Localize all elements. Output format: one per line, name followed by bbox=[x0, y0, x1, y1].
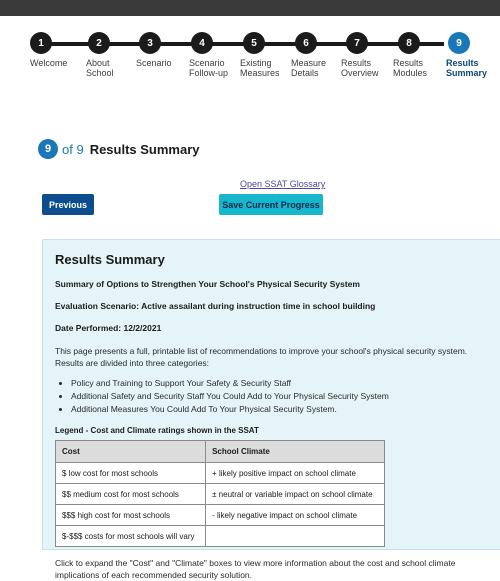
header-school-climate: School Climate bbox=[205, 440, 385, 463]
step-9-circle[interactable]: 9 bbox=[448, 32, 470, 54]
step-3-label[interactable]: Scenario bbox=[136, 58, 182, 68]
summary-subtitle: Summary of Options to Strengthen Your Sc… bbox=[55, 279, 360, 289]
page-title: Results Summary bbox=[89, 141, 200, 157]
expand-instructions: Click to expand the "Cost" and "Climate"… bbox=[55, 558, 456, 580]
step-5-label[interactable]: Existing Measures bbox=[240, 58, 286, 78]
step-7-label[interactable]: Results Overview bbox=[341, 58, 387, 78]
date-performed: Date Performed: 12/2/2021 bbox=[55, 323, 162, 333]
table-row: $-$$$ costs for most schools will vary bbox=[54, 525, 385, 547]
glossary-link[interactable]: Open SSAT Glossary bbox=[240, 179, 325, 189]
summary-heading: Results Summary bbox=[55, 252, 165, 267]
cost-cell: $ low cost for most schools bbox=[54, 462, 207, 484]
save-progress-button[interactable]: Save Current Progress bbox=[219, 194, 323, 215]
step-7-circle[interactable]: 7 bbox=[346, 32, 368, 54]
list-item: Policy and Training to Support Your Safe… bbox=[71, 377, 495, 390]
header-cost: Cost bbox=[54, 440, 207, 463]
step-2-number: 2 bbox=[96, 37, 102, 49]
counter-badge: 9 bbox=[38, 139, 58, 159]
step-1-number: 1 bbox=[38, 37, 44, 49]
step-4-circle[interactable]: 4 bbox=[191, 32, 213, 54]
step-1-circle[interactable]: 1 bbox=[30, 32, 52, 54]
step-2-label[interactable]: About School bbox=[86, 58, 132, 78]
table-header-row: Cost School Climate bbox=[54, 440, 385, 463]
legend-title: Legend - Cost and Climate ratings shown … bbox=[55, 426, 259, 435]
climate-cell bbox=[205, 525, 385, 547]
evaluation-scenario: Evaluation Scenario: Active assailant du… bbox=[55, 301, 376, 311]
cost-cell: $-$$$ costs for most schools will vary bbox=[54, 525, 207, 547]
step-1-label[interactable]: Welcome bbox=[30, 58, 76, 68]
step-8-circle[interactable]: 8 bbox=[398, 32, 420, 54]
step-5-number: 5 bbox=[251, 37, 257, 49]
step-4-number: 4 bbox=[199, 37, 205, 49]
list-item: Additional Safety and Security Staff You… bbox=[71, 390, 495, 403]
counter-of-total: of 9 bbox=[62, 141, 84, 157]
results-summary-panel: Results Summary Summary of Options to St… bbox=[42, 239, 500, 580]
step-3-circle[interactable]: 3 bbox=[139, 32, 161, 54]
step-4-label[interactable]: Scenario Follow-up bbox=[189, 58, 229, 78]
step-8-label[interactable]: Results Modules bbox=[393, 58, 433, 78]
step-9-number: 9 bbox=[456, 37, 462, 49]
step-6-number: 6 bbox=[303, 37, 309, 49]
step-3-number: 3 bbox=[147, 37, 153, 49]
list-item: Additional Measures You Could Add To You… bbox=[71, 403, 495, 416]
climate-cell: + likely positive impact on school clima… bbox=[205, 462, 385, 484]
progress-stepper: 1 Welcome 2 About School 3 Scenario 4 Sc… bbox=[8, 16, 500, 116]
cost-cell: $$$ high cost for most schools bbox=[54, 504, 207, 526]
cost-cell: $$ medium cost for most schools bbox=[54, 483, 207, 505]
main-frame: 1 Welcome 2 About School 3 Scenario 4 Sc… bbox=[8, 16, 500, 580]
categories-list: Policy and Training to Support Your Safe… bbox=[55, 377, 495, 416]
climate-cell: - likely negative impact on school clima… bbox=[205, 504, 385, 526]
legend-table: Cost School Climate $ low cost for most … bbox=[54, 440, 385, 547]
table-row: $$$ high cost for most schools - likely … bbox=[54, 504, 385, 526]
step-8-number: 8 bbox=[406, 37, 412, 49]
top-bar bbox=[0, 0, 500, 16]
step-7-number: 7 bbox=[354, 37, 360, 49]
climate-cell: ± neutral or variable impact on school c… bbox=[205, 483, 385, 505]
table-row: $ low cost for most schools + likely pos… bbox=[54, 462, 385, 484]
table-row: $$ medium cost for most schools ± neutra… bbox=[54, 483, 385, 505]
summary-intro: This page presents a full, printable lis… bbox=[55, 346, 468, 368]
previous-button[interactable]: Previous bbox=[42, 194, 94, 215]
step-counter: 9 of 9 Results Summary bbox=[38, 139, 200, 159]
step-5-circle[interactable]: 5 bbox=[243, 32, 265, 54]
step-6-label[interactable]: Measure Details bbox=[291, 58, 331, 78]
step-6-circle[interactable]: 6 bbox=[295, 32, 317, 54]
step-2-circle[interactable]: 2 bbox=[88, 32, 110, 54]
step-9-label[interactable]: Results Summary bbox=[446, 58, 490, 78]
